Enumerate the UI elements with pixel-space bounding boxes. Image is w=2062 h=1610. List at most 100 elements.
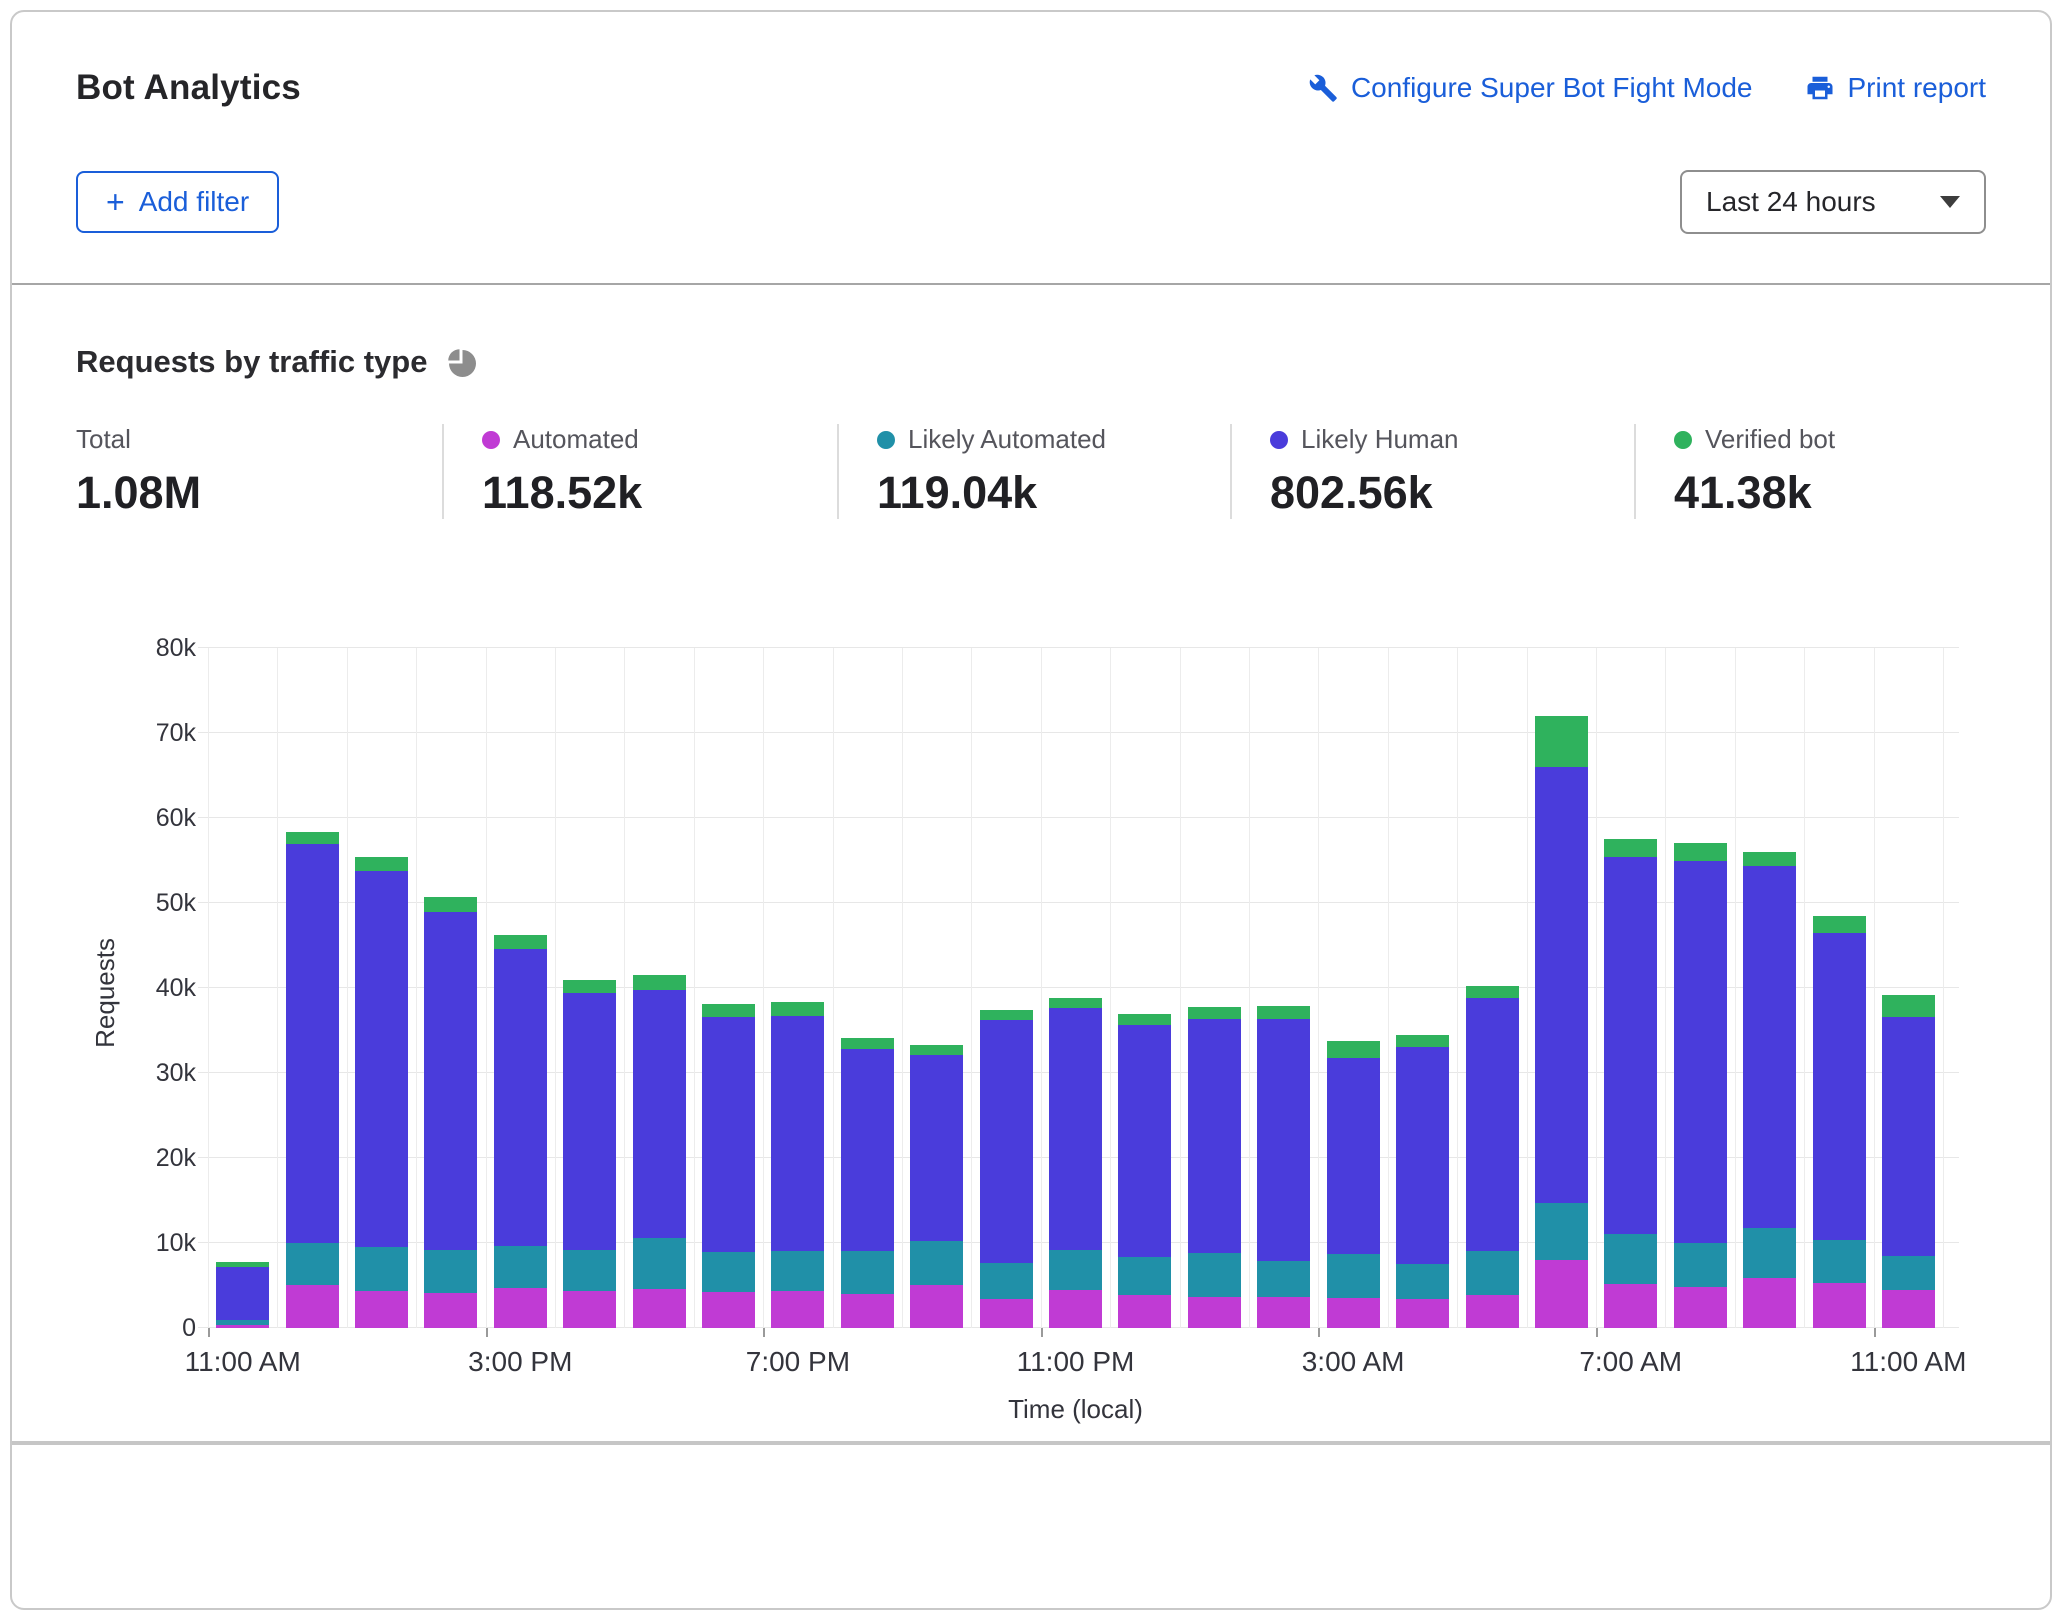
stacked-bar[interactable] bbox=[563, 980, 616, 1328]
bar-segment-verified-bot[interactable] bbox=[841, 1038, 894, 1049]
stacked-bar[interactable] bbox=[910, 1045, 963, 1328]
bar-segment-likely-human[interactable] bbox=[1327, 1058, 1380, 1254]
bar-segment-likely-human[interactable] bbox=[1813, 933, 1866, 1240]
bar-segment-automated[interactable] bbox=[216, 1325, 269, 1328]
bar-segment-likely-human[interactable] bbox=[1466, 998, 1519, 1250]
bar-segment-likely-human[interactable] bbox=[1118, 1025, 1171, 1257]
bar-segment-automated[interactable] bbox=[1049, 1290, 1102, 1328]
bar-segment-likely-automated[interactable] bbox=[494, 1246, 547, 1288]
bar-segment-automated[interactable] bbox=[1188, 1297, 1241, 1328]
bar-segment-likely-human[interactable] bbox=[910, 1055, 963, 1241]
bar-segment-likely-automated[interactable] bbox=[1882, 1256, 1935, 1290]
bar-segment-likely-automated[interactable] bbox=[563, 1250, 616, 1291]
bar-segment-verified-bot[interactable] bbox=[1813, 916, 1866, 933]
bar-segment-automated[interactable] bbox=[910, 1285, 963, 1328]
bar-segment-likely-automated[interactable] bbox=[771, 1251, 824, 1292]
bar-segment-automated[interactable] bbox=[1882, 1290, 1935, 1328]
bar-segment-likely-human[interactable] bbox=[1396, 1047, 1449, 1265]
bar-segment-likely-human[interactable] bbox=[216, 1267, 269, 1321]
bar-segment-likely-human[interactable] bbox=[702, 1017, 755, 1252]
bar-segment-likely-human[interactable] bbox=[771, 1016, 824, 1251]
bar-segment-likely-automated[interactable] bbox=[1604, 1234, 1657, 1284]
bar-segment-automated[interactable] bbox=[355, 1291, 408, 1328]
stacked-bar[interactable] bbox=[1396, 1035, 1449, 1328]
bar-segment-verified-bot[interactable] bbox=[1743, 852, 1796, 866]
stacked-bar[interactable] bbox=[1535, 716, 1588, 1328]
bar-segment-automated[interactable] bbox=[1535, 1260, 1588, 1328]
bar-segment-likely-automated[interactable] bbox=[980, 1263, 1033, 1299]
stacked-bar[interactable] bbox=[1466, 986, 1519, 1328]
stacked-bar[interactable] bbox=[1118, 1014, 1171, 1328]
bar-segment-likely-automated[interactable] bbox=[841, 1251, 894, 1294]
bar-segment-likely-automated[interactable] bbox=[1257, 1261, 1310, 1297]
bar-segment-likely-automated[interactable] bbox=[1674, 1243, 1727, 1287]
bar-segment-likely-human[interactable] bbox=[1674, 861, 1727, 1244]
bar-segment-likely-human[interactable] bbox=[1604, 857, 1657, 1234]
bar-segment-likely-automated[interactable] bbox=[1535, 1203, 1588, 1260]
bar-segment-verified-bot[interactable] bbox=[1188, 1007, 1241, 1019]
bar-segment-likely-human[interactable] bbox=[424, 912, 477, 1249]
bar-segment-verified-bot[interactable] bbox=[1257, 1006, 1310, 1020]
bar-segment-likely-automated[interactable] bbox=[1743, 1228, 1796, 1278]
stacked-bar[interactable] bbox=[1188, 1007, 1241, 1328]
stacked-bar[interactable] bbox=[424, 897, 477, 1328]
bar-segment-likely-automated[interactable] bbox=[1118, 1257, 1171, 1294]
bar-segment-automated[interactable] bbox=[1466, 1295, 1519, 1328]
bar-segment-likely-human[interactable] bbox=[1743, 866, 1796, 1227]
add-filter-button[interactable]: + Add filter bbox=[76, 171, 279, 233]
bar-segment-likely-automated[interactable] bbox=[1396, 1264, 1449, 1299]
bar-segment-verified-bot[interactable] bbox=[1327, 1041, 1380, 1058]
bar-segment-likely-human[interactable] bbox=[494, 949, 547, 1247]
bar-segment-likely-human[interactable] bbox=[980, 1020, 1033, 1263]
bar-segment-likely-automated[interactable] bbox=[633, 1238, 686, 1289]
bar-segment-likely-human[interactable] bbox=[355, 871, 408, 1248]
bar-segment-automated[interactable] bbox=[1118, 1295, 1171, 1328]
bar-segment-verified-bot[interactable] bbox=[494, 935, 547, 949]
bar-segment-likely-human[interactable] bbox=[563, 993, 616, 1250]
bar-segment-verified-bot[interactable] bbox=[563, 980, 616, 994]
bar-segment-automated[interactable] bbox=[1396, 1299, 1449, 1328]
bar-segment-likely-human[interactable] bbox=[1257, 1019, 1310, 1260]
stacked-bar[interactable] bbox=[1674, 843, 1727, 1328]
bar-segment-automated[interactable] bbox=[286, 1285, 339, 1328]
bar-segment-automated[interactable] bbox=[1257, 1297, 1310, 1328]
bar-segment-automated[interactable] bbox=[702, 1292, 755, 1328]
bar-segment-automated[interactable] bbox=[633, 1289, 686, 1328]
bar-segment-likely-automated[interactable] bbox=[1049, 1250, 1102, 1290]
bar-segment-verified-bot[interactable] bbox=[1466, 986, 1519, 998]
bar-segment-likely-human[interactable] bbox=[1049, 1008, 1102, 1249]
bar-segment-automated[interactable] bbox=[1327, 1298, 1380, 1328]
stacked-bar[interactable] bbox=[1327, 1041, 1380, 1328]
bar-segment-likely-automated[interactable] bbox=[1466, 1251, 1519, 1295]
stacked-bar[interactable] bbox=[1813, 916, 1866, 1328]
bar-segment-likely-human[interactable] bbox=[633, 990, 686, 1238]
bar-segment-verified-bot[interactable] bbox=[355, 857, 408, 871]
bar-segment-likely-human[interactable] bbox=[1188, 1019, 1241, 1254]
bar-segment-verified-bot[interactable] bbox=[1674, 843, 1727, 861]
bar-segment-verified-bot[interactable] bbox=[771, 1002, 824, 1016]
print-report-link[interactable]: Print report bbox=[1805, 72, 1987, 104]
bar-segment-likely-automated[interactable] bbox=[702, 1252, 755, 1292]
bar-segment-likely-human[interactable] bbox=[286, 844, 339, 1243]
bar-segment-verified-bot[interactable] bbox=[1396, 1035, 1449, 1047]
stacked-bar[interactable] bbox=[1604, 839, 1657, 1328]
bar-segment-likely-automated[interactable] bbox=[910, 1241, 963, 1284]
bar-segment-likely-human[interactable] bbox=[1882, 1017, 1935, 1256]
bar-segment-verified-bot[interactable] bbox=[633, 975, 686, 989]
stacked-bar[interactable] bbox=[355, 857, 408, 1328]
bar-segment-verified-bot[interactable] bbox=[1882, 995, 1935, 1017]
bar-segment-verified-bot[interactable] bbox=[702, 1004, 755, 1017]
bar-segment-likely-automated[interactable] bbox=[1188, 1253, 1241, 1296]
bar-segment-likely-automated[interactable] bbox=[1813, 1240, 1866, 1283]
time-range-select[interactable]: Last 24 hours bbox=[1680, 170, 1986, 234]
bar-segment-automated[interactable] bbox=[1604, 1284, 1657, 1328]
bar-segment-automated[interactable] bbox=[980, 1299, 1033, 1328]
bar-segment-likely-automated[interactable] bbox=[1327, 1254, 1380, 1298]
configure-super-bot-fight-mode-link[interactable]: Configure Super Bot Fight Mode bbox=[1308, 72, 1753, 104]
stacked-bar[interactable] bbox=[980, 1010, 1033, 1328]
bar-segment-automated[interactable] bbox=[841, 1294, 894, 1328]
bar-segment-likely-automated[interactable] bbox=[286, 1243, 339, 1285]
stacked-bar[interactable] bbox=[1049, 998, 1102, 1328]
bar-segment-verified-bot[interactable] bbox=[424, 897, 477, 912]
bar-segment-likely-automated[interactable] bbox=[355, 1247, 408, 1290]
